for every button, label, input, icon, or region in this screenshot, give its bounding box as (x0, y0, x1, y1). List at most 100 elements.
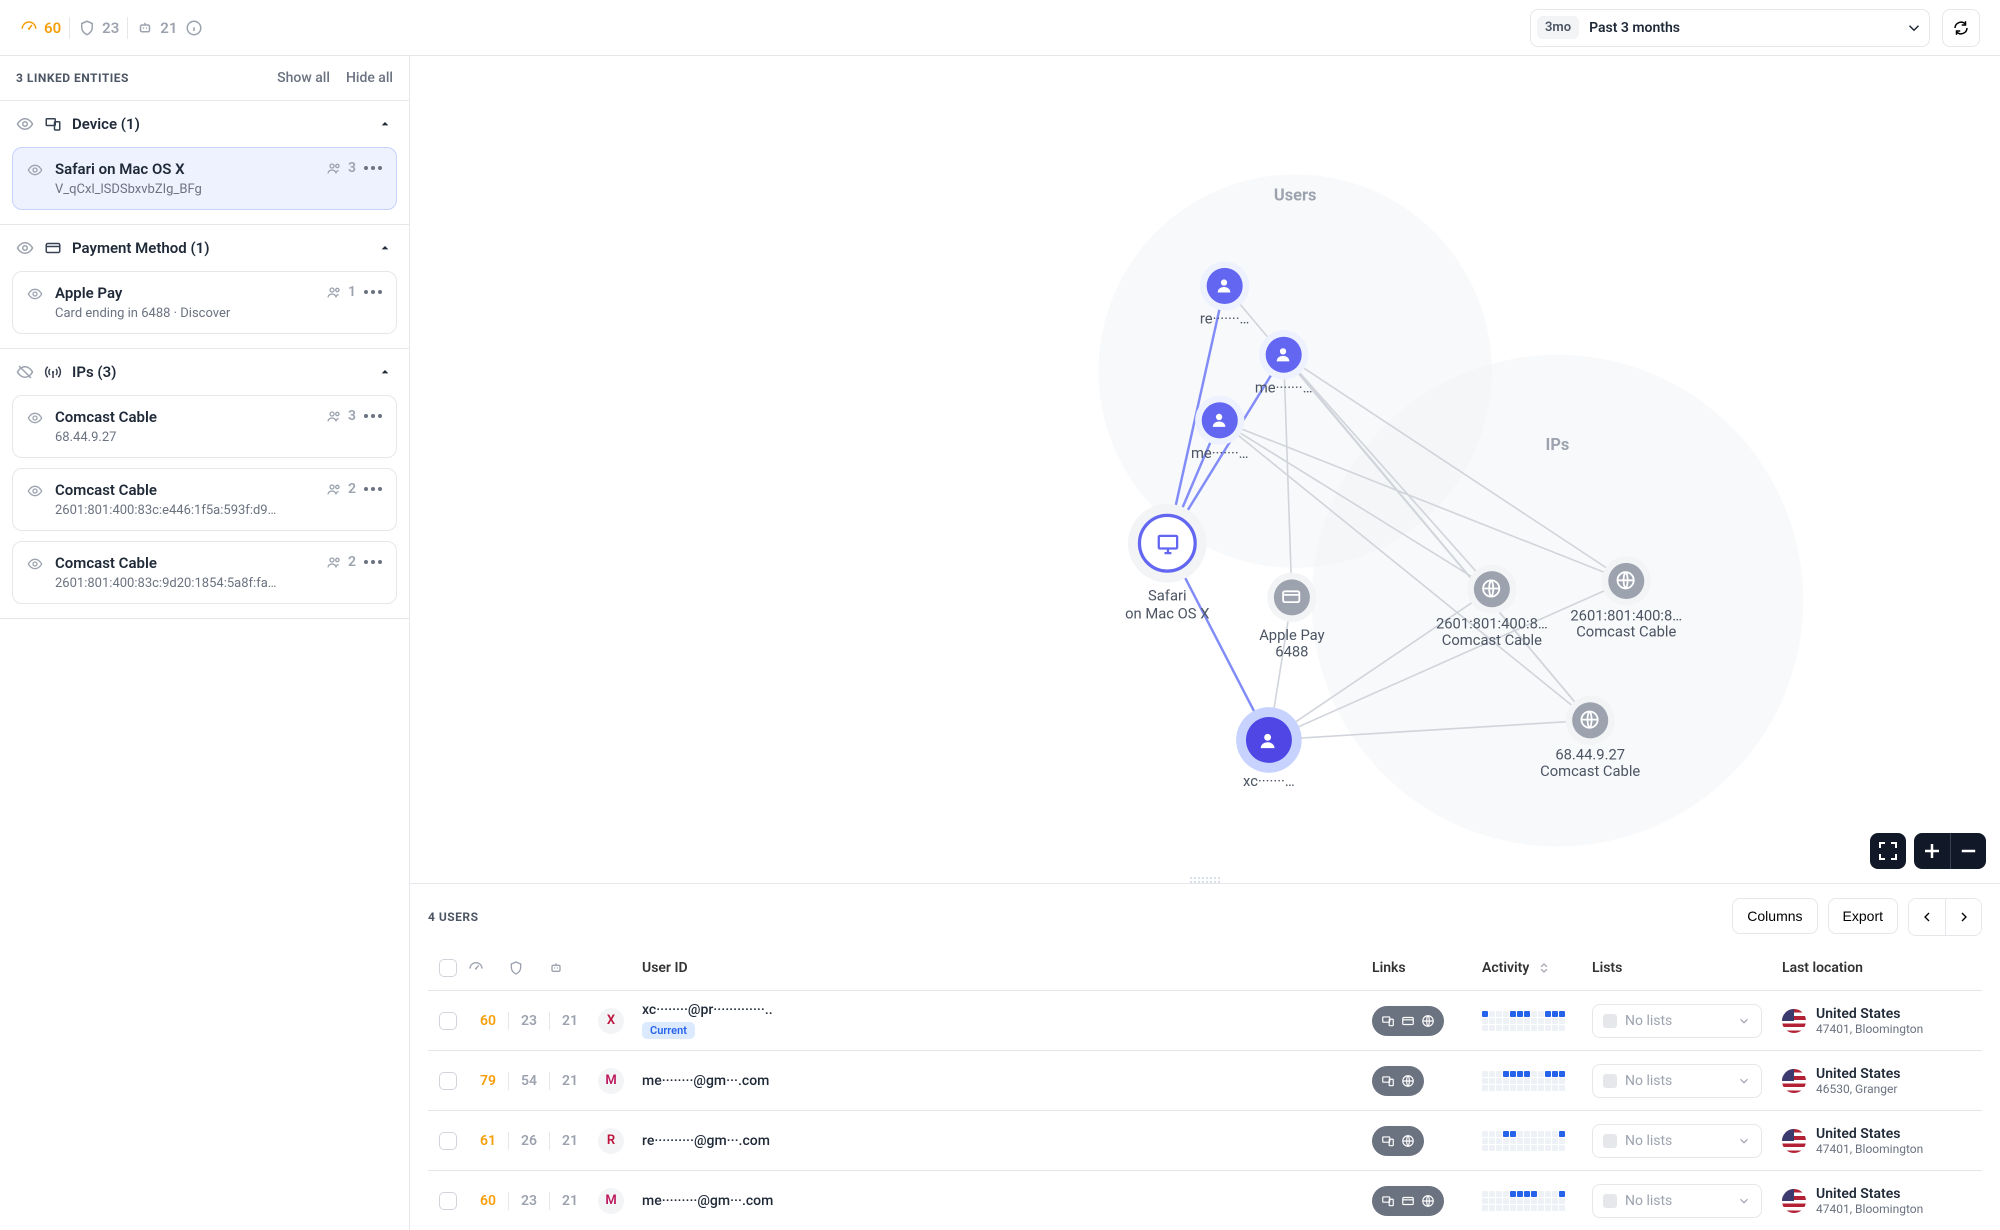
flag-us-icon (1782, 1189, 1806, 1213)
row-checkbox[interactable] (439, 1012, 457, 1030)
links-pill (1372, 1186, 1444, 1216)
export-button[interactable]: Export (1828, 898, 1898, 934)
avatar: R (598, 1128, 624, 1154)
globe-icon (1416, 1189, 1440, 1213)
eye-icon[interactable] (27, 556, 43, 572)
flag-us-icon (1782, 1069, 1806, 1093)
row-checkbox[interactable] (439, 1192, 457, 1210)
more-icon[interactable] (364, 560, 382, 564)
svg-text:me·······…: me·······… (1255, 378, 1313, 396)
group-device-header[interactable]: Device (1) (0, 101, 409, 147)
list-swatch-icon (1603, 1074, 1617, 1088)
chevron-down-icon (1737, 1194, 1751, 1208)
table-row[interactable]: 60 23 21 X xc········@pr·············.. … (428, 990, 1982, 1050)
col-lists[interactable]: Lists (1592, 960, 1782, 976)
location: United States47401, Bloomington (1782, 1186, 1982, 1216)
more-icon[interactable] (364, 487, 382, 491)
more-icon[interactable] (364, 290, 382, 294)
list-swatch-icon (1603, 1134, 1617, 1148)
lists-select[interactable]: No lists (1592, 1124, 1762, 1158)
info-icon[interactable] (185, 19, 203, 37)
prev-page-button[interactable] (1909, 899, 1945, 935)
lists-select[interactable]: No lists (1592, 1004, 1762, 1038)
table-row[interactable]: 60 23 21 M me·········@gm···.com No list… (428, 1170, 1982, 1230)
users-icon (326, 160, 342, 176)
eye-icon[interactable] (27, 162, 43, 178)
user-id: me·········@gm···.com (642, 1193, 1372, 1209)
score-bot: 21 (550, 1073, 590, 1089)
more-icon[interactable] (364, 414, 382, 418)
activity-heatmap (1482, 1071, 1565, 1091)
chevron-left-icon (1919, 909, 1935, 925)
date-range-picker[interactable]: 3mo Past 3 months (1530, 9, 1930, 47)
eye-icon[interactable] (16, 115, 34, 133)
eye-icon[interactable] (16, 239, 34, 257)
scores: 60 23 21 (20, 17, 203, 39)
resize-handle[interactable] (1175, 876, 1235, 884)
eye-icon[interactable] (27, 286, 43, 302)
col-user-id[interactable]: User ID (634, 960, 1372, 976)
svg-text:2601:801:400:8…: 2601:801:400:8… (1570, 606, 1682, 624)
fullscreen-button[interactable] (1870, 833, 1906, 869)
user-id: xc········@pr·············.. (642, 1002, 1372, 1018)
col-location[interactable]: Last location (1782, 960, 1982, 976)
next-page-button[interactable] (1945, 899, 1981, 935)
activity-heatmap (1482, 1131, 1565, 1151)
score-risk: 79 (468, 1073, 508, 1089)
sidebar-header: 3 LINKED ENTITIES Show all Hide all (0, 56, 409, 100)
activity-heatmap (1482, 1011, 1565, 1031)
list-swatch-icon (1603, 1194, 1617, 1208)
entity-card-payment[interactable]: Apple Pay Card ending in 6488 · Discover… (12, 271, 397, 334)
shield-icon (78, 19, 96, 37)
graph-canvas[interactable]: Users IPs (410, 56, 2000, 884)
linked-users-count: 2 (326, 481, 356, 497)
score-risk: 60 (20, 19, 61, 37)
entity-card-ip[interactable]: Comcast Cable 2601:801:400:83c:9d20:1854… (12, 541, 397, 604)
show-all-link[interactable]: Show all (277, 70, 330, 86)
refresh-button[interactable] (1942, 9, 1980, 47)
lists-select[interactable]: No lists (1592, 1064, 1762, 1098)
lists-select[interactable]: No lists (1592, 1184, 1762, 1218)
globe-icon (1396, 1069, 1420, 1093)
entity-card-device[interactable]: Safari on Mac OS X V_qCxl_lSDSbxvbZIg_BF… (12, 147, 397, 210)
score-shield: 23 (78, 19, 119, 37)
user-id: re··········@gm···.com (642, 1133, 1372, 1149)
table-row[interactable]: 61 26 21 R re··········@gm···.com No lis… (428, 1110, 1982, 1170)
list-swatch-icon (1603, 1014, 1617, 1028)
card-icon (44, 239, 62, 257)
zoom-out-button[interactable] (1950, 833, 1986, 869)
more-icon[interactable] (364, 166, 382, 170)
select-all-checkbox[interactable] (439, 959, 457, 977)
score-bot: 21 (136, 19, 177, 37)
svg-text:re·······…: re·······… (1200, 310, 1250, 328)
eye-off-icon[interactable] (16, 363, 34, 381)
col-activity[interactable]: Activity (1482, 960, 1592, 976)
entity-card-ip[interactable]: Comcast Cable 68.44.9.27 3 (12, 395, 397, 458)
svg-text:6488: 6488 (1275, 642, 1308, 660)
bot-icon (136, 19, 154, 37)
score-risk: 60 (468, 1193, 508, 1209)
topbar: 60 23 21 3mo Past 3 months (0, 0, 2000, 56)
columns-button[interactable]: Columns (1732, 898, 1817, 934)
users-icon (326, 408, 342, 424)
group-payment-header[interactable]: Payment Method (1) (0, 225, 409, 271)
svg-text:Comcast Cable: Comcast Cable (1442, 631, 1542, 649)
eye-icon[interactable] (27, 483, 43, 499)
hide-all-link[interactable]: Hide all (346, 70, 393, 86)
table-row[interactable]: 79 54 21 M me········@gm···.com No lists… (428, 1050, 1982, 1110)
pagination (1908, 898, 1982, 936)
row-checkbox[interactable] (439, 1072, 457, 1090)
node-safari[interactable]: Safari on Mac OS X (1125, 504, 1209, 623)
eye-icon[interactable] (27, 410, 43, 426)
entity-card-ip[interactable]: Comcast Cable 2601:801:400:83c:e446:1f5a… (12, 468, 397, 531)
location: United States46530, Granger (1782, 1066, 1982, 1096)
zoom-in-button[interactable] (1914, 833, 1950, 869)
location: United States47401, Bloomington (1782, 1126, 1982, 1156)
group-ips-header[interactable]: IPs (3) (0, 349, 409, 395)
sidebar: 3 LINKED ENTITIES Show all Hide all Devi… (0, 56, 410, 1230)
node-user-re[interactable]: re·······… (1200, 261, 1250, 327)
node-user-xc[interactable]: xc·······… (1236, 707, 1302, 790)
col-links[interactable]: Links (1372, 960, 1482, 976)
chevron-down-icon (1737, 1074, 1751, 1088)
row-checkbox[interactable] (439, 1132, 457, 1150)
